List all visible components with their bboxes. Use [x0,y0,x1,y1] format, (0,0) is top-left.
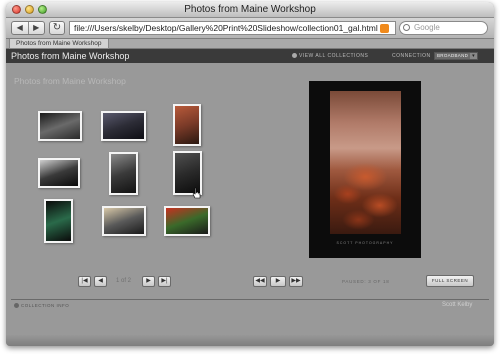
thumbnail[interactable] [44,199,73,243]
connection-select[interactable]: BROADBAND ▾ [434,52,478,60]
back-arrow-icon[interactable]: ◀ [12,22,28,34]
hand-cursor-icon [192,187,201,199]
history-buttons: ◀ ▶ [11,21,45,35]
collection-info-link[interactable]: COLLECTION INFO [14,303,69,308]
next-slide-button[interactable]: ▶▶ [289,276,303,287]
collection-info-label: COLLECTION INFO [21,303,70,308]
search-input[interactable]: Google [399,21,488,35]
tab-bar: Photos from Maine Workshop [6,39,494,49]
author-name: Scott Kelby [442,302,473,308]
thumbnail-image [166,208,208,234]
previous-slide-button[interactable]: ◀◀ [253,276,267,287]
connection-value: BROADBAND [437,53,469,58]
reload-icon[interactable]: ↻ [49,21,65,35]
full-screen-button[interactable]: FULL SCREEN [426,275,474,287]
connection-label: CONNECTION [392,53,431,59]
window-bottom-edge [6,334,494,346]
gallery-header-title: Photos from Maine Workshop [11,51,130,61]
thumbnail-image [40,113,80,139]
chevron-down-icon: ▾ [470,53,477,59]
collection-title: Photos from Maine Workshop [14,76,126,86]
page-counter: 1 of 2 [116,278,132,284]
thumbnail-image [104,208,144,234]
gallery-page: Photos from Maine Workshop VIEW ALL COLL… [6,49,494,346]
thumbnail-image [46,201,71,241]
browser-window: Photos from Maine Workshop ◀ ▶ ↻ file://… [6,2,494,346]
preview-image [330,91,401,234]
slideshow-status: PAUSED: 3 OF 18 [342,279,390,284]
title-bar[interactable]: Photos from Maine Workshop [6,2,494,18]
circle-icon [292,53,297,58]
play-button[interactable]: ▶ [270,276,286,287]
search-placeholder: Google [414,23,440,32]
thumbnail[interactable] [101,111,146,141]
prev-page-button[interactable]: ◀ [94,276,107,287]
view-all-collections-link[interactable]: VIEW ALL COLLECTIONS [292,53,368,59]
thumbnail[interactable] [102,206,146,236]
browser-toolbar: ◀ ▶ ↻ file:///Users/skelby/Desktop/Galle… [6,18,494,39]
thumbnail[interactable] [164,206,210,236]
tab-gallery[interactable]: Photos from Maine Workshop [9,39,109,49]
thumbnail-image [40,160,78,186]
preview-caption: SCOTT PHOTOGRAPHY [336,241,394,245]
thumbnail-image [175,106,199,144]
rss-icon[interactable] [380,24,389,33]
thumbnail[interactable] [38,111,82,141]
window-title: Photos from Maine Workshop [184,4,316,15]
footer-divider [11,299,489,300]
address-bar[interactable]: file:///Users/skelby/Desktop/Gallery%20P… [69,21,396,35]
thumbnail[interactable] [38,158,80,188]
search-icon [403,24,410,31]
view-all-label: VIEW ALL COLLECTIONS [299,53,369,59]
thumbnail[interactable] [109,152,138,195]
gallery-header: Photos from Maine Workshop VIEW ALL COLL… [6,49,494,63]
url-text: file:///Users/skelby/Desktop/Gallery%20P… [74,23,378,33]
next-page-button[interactable]: ▶ [142,276,155,287]
thumbnail-image [103,113,144,139]
preview-frame[interactable]: SCOTT PHOTOGRAPHY [309,81,421,258]
circle-icon [14,303,19,308]
thumbnail[interactable] [173,104,201,146]
thumbnail-image [111,154,136,193]
first-page-button[interactable]: |◀ [78,276,91,287]
forward-arrow-icon[interactable]: ▶ [27,22,45,34]
last-page-button[interactable]: ▶| [158,276,171,287]
